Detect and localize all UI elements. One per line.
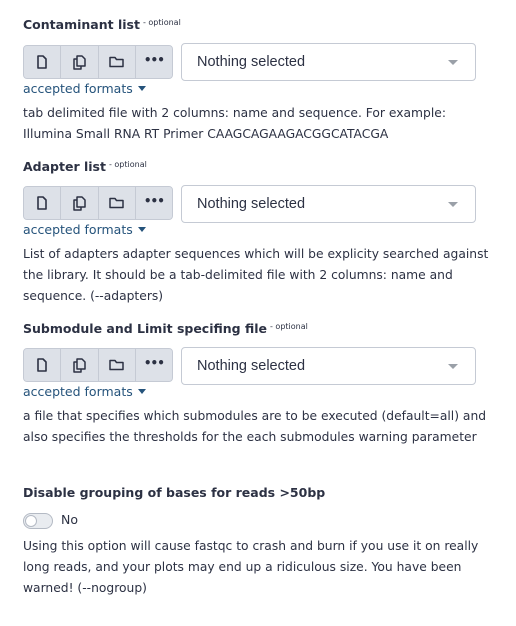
dataset-collection-button[interactable]: [98, 46, 136, 78]
single-dataset-button[interactable]: [24, 46, 62, 78]
accepted-formats-label: accepted formats: [23, 384, 133, 399]
dataset-collection-button[interactable]: [98, 349, 136, 381]
param-help: a file that specifies which submodules a…: [23, 409, 487, 444]
param-title: Adapter list - optional: [23, 159, 147, 174]
param-help: List of adapters adapter sequences which…: [23, 247, 489, 303]
caret-down-icon: [448, 202, 458, 207]
more-options-button[interactable]: •••: [135, 187, 172, 219]
caret-down-icon: [137, 389, 146, 394]
folder-icon: [109, 359, 124, 371]
more-options-button[interactable]: •••: [135, 349, 172, 381]
accepted-formats-toggle[interactable]: accepted formats: [23, 222, 146, 237]
toggle-knob: [25, 515, 37, 527]
toggle-label: No: [61, 512, 78, 527]
dataset-select[interactable]: Nothing selected: [181, 43, 476, 81]
more-icon: •••: [143, 194, 165, 208]
single-dataset-button[interactable]: [24, 187, 62, 219]
param-title-text: Submodule and Limit specifing file: [23, 321, 267, 336]
optional-label: - optional: [108, 160, 147, 169]
more-icon: •••: [143, 356, 165, 370]
dataset-select[interactable]: Nothing selected: [181, 185, 476, 223]
param-title: Submodule and Limit specifing file - opti…: [23, 321, 308, 336]
accepted-formats-label: accepted formats: [23, 81, 133, 96]
param-title: Disable grouping of bases for reads >50b…: [23, 485, 325, 500]
nogroup-toggle[interactable]: [23, 513, 53, 529]
multiple-datasets-button[interactable]: [61, 187, 99, 219]
file-icon: [37, 55, 47, 69]
optional-label: - optional: [270, 322, 308, 331]
input-source-buttons: •••: [23, 45, 173, 79]
param-help: Using this option will cause fastqc to c…: [23, 539, 479, 595]
dataset-select[interactable]: Nothing selected: [181, 347, 476, 385]
more-options-button[interactable]: •••: [135, 46, 172, 78]
caret-down-icon: [448, 364, 458, 369]
select-value: Nothing selected: [197, 196, 306, 212]
optional-label: - optional: [142, 18, 181, 27]
folder-icon: [109, 197, 124, 209]
caret-down-icon: [448, 60, 458, 65]
multiple-datasets-button[interactable]: [61, 349, 99, 381]
file-icon: [37, 358, 47, 372]
copy-icon: [73, 357, 86, 373]
tool-form: Contaminant list - optional ••• Nothing s…: [0, 0, 516, 626]
param-title: Contaminant list - optional: [23, 17, 181, 32]
folder-icon: [109, 56, 124, 68]
param-title-text: Contaminant list: [23, 17, 140, 32]
multiple-datasets-button[interactable]: [61, 46, 99, 78]
param-help: tab delimited file with 2 columns: name …: [23, 106, 446, 141]
select-value: Nothing selected: [197, 358, 306, 374]
select-value: Nothing selected: [197, 54, 306, 70]
copy-icon: [73, 195, 86, 211]
accepted-formats-toggle[interactable]: accepted formats: [23, 81, 146, 96]
input-source-buttons: •••: [23, 186, 173, 220]
caret-down-icon: [137, 227, 146, 232]
param-title-text: Disable grouping of bases for reads >50b…: [23, 485, 326, 500]
caret-down-icon: [137, 86, 146, 91]
file-icon: [37, 196, 47, 210]
more-icon: •••: [143, 53, 165, 67]
dataset-collection-button[interactable]: [98, 187, 136, 219]
input-source-buttons: •••: [23, 348, 173, 382]
accepted-formats-toggle[interactable]: accepted formats: [23, 384, 146, 399]
param-title-text: Adapter list: [23, 159, 106, 174]
copy-icon: [73, 54, 86, 70]
single-dataset-button[interactable]: [24, 349, 62, 381]
accepted-formats-label: accepted formats: [23, 222, 133, 237]
